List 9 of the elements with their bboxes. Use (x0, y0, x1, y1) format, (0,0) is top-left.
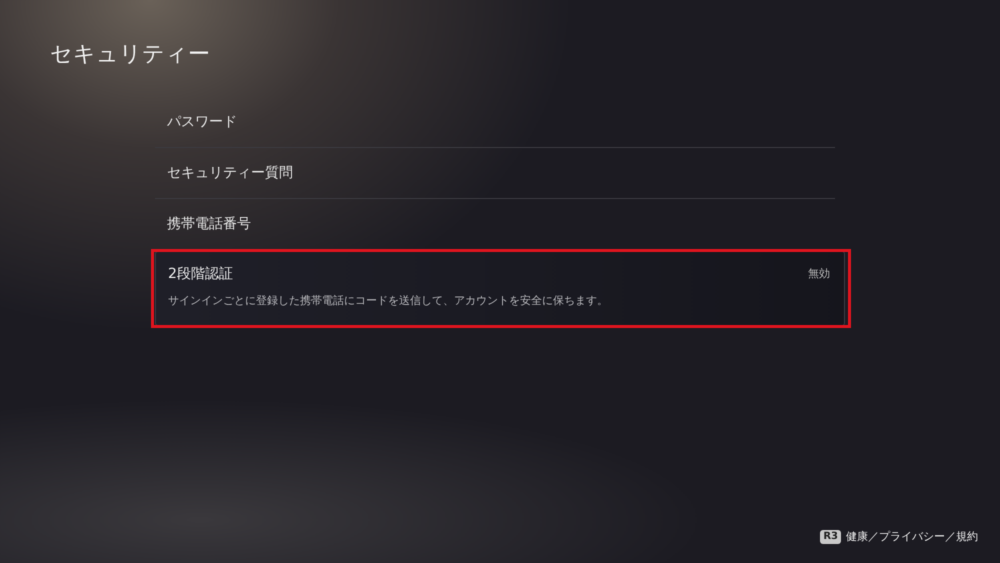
page-title: セキュリティー (49, 41, 211, 69)
status-value: 無効 (808, 266, 830, 282)
r3-button-icon: R3 (820, 530, 841, 544)
settings-item[interactable]: パスワード (155, 97, 835, 148)
settings-item[interactable]: セキュリティー質問 (155, 148, 835, 199)
footer-link[interactable]: 健康／プライバシー／規約 (846, 528, 978, 545)
settings-item[interactable]: 携帯電話番号 (155, 199, 835, 250)
item-label: 2段階認証 (168, 265, 233, 284)
item-description: サインインごとに登録した携帯電話にコードを送信して、アカウントを安全に保ちます。 (168, 293, 609, 309)
